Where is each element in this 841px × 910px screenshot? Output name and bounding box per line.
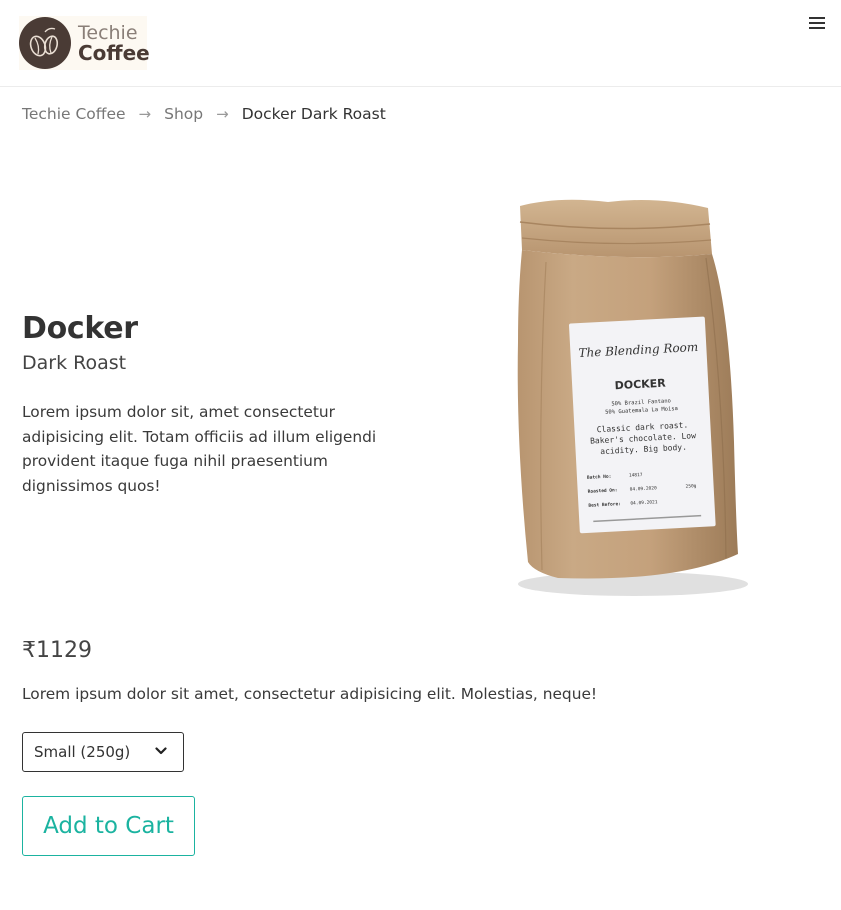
product-description: Lorem ipsum dolor sit, amet consectetur …: [22, 403, 377, 495]
product-image: The Blending Room DOCKER 50% Brazil Fant…: [498, 192, 758, 602]
logo-text-coffee: Coffee: [78, 41, 150, 65]
breadcrumb: Techie Coffee → Shop → Docker Dark Roast: [22, 102, 386, 126]
site-header: Techie Coffee: [0, 0, 841, 87]
coffee-beans-icon: [19, 17, 71, 69]
product-title: Docker: [22, 311, 138, 346]
label-batch-value: 14817: [629, 472, 643, 479]
label-product-name: DOCKER: [614, 377, 666, 393]
breadcrumb-separator-arrow-icon: →: [216, 105, 229, 123]
product-subtitle: Dark Roast: [22, 352, 127, 374]
size-select[interactable]: Small (250g): [22, 732, 184, 772]
breadcrumb-separator-arrow-icon: →: [138, 105, 152, 123]
site-logo[interactable]: Techie Coffee: [19, 16, 150, 70]
size-select-value: Small (250g): [34, 743, 131, 761]
breadcrumb-home[interactable]: Techie Coffee: [22, 105, 126, 123]
chevron-down-icon: [155, 747, 167, 755]
hamburger-icon[interactable]: [809, 17, 827, 33]
label-weight-value: 250g: [685, 483, 696, 490]
breadcrumb-shop[interactable]: Shop: [164, 105, 203, 123]
product-price: ₹1129: [22, 638, 92, 663]
breadcrumb-current: Docker Dark Roast: [241, 105, 386, 123]
logo-text-techie: Techie: [78, 22, 138, 44]
add-to-cart-button[interactable]: Add to Cart: [22, 796, 195, 856]
product-short-description: Lorem ipsum dolor sit amet, consectetur …: [22, 685, 598, 703]
